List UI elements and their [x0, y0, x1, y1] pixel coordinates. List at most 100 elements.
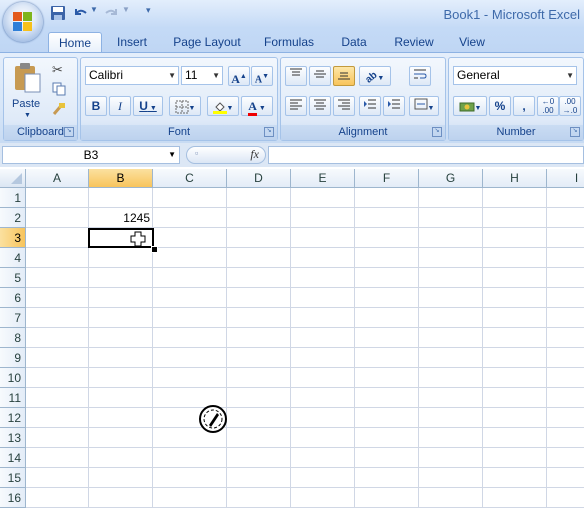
office-button[interactable]	[3, 2, 43, 42]
tab-insert[interactable]: Insert	[108, 32, 156, 52]
row-header-16[interactable]: 16	[0, 488, 26, 508]
undo-dropdown-icon[interactable]: ▼	[90, 5, 98, 21]
percent-button[interactable]: %	[489, 96, 511, 116]
chevron-down-icon: ▼	[212, 71, 220, 80]
alignment-group: ab▼ ▼ Alignment ↘	[280, 57, 446, 141]
column-header-c[interactable]: C	[153, 169, 227, 188]
formula-bar: B3 ▼ ▫ fx	[0, 143, 584, 167]
gridline-horizontal	[26, 327, 584, 328]
font-launcher-icon[interactable]: ↘	[264, 127, 274, 137]
resize-handle-icon[interactable]: ▫	[195, 148, 198, 158]
column-header-h[interactable]: H	[483, 169, 547, 188]
gridline-vertical	[482, 188, 483, 508]
gridline-horizontal	[26, 487, 584, 488]
decrease-indent-icon[interactable]	[359, 96, 381, 116]
underline-button[interactable]: U ▼	[133, 96, 163, 116]
decrease-decimal-icon[interactable]: .00 →.0	[559, 96, 581, 116]
copy-icon[interactable]	[52, 82, 66, 99]
column-header-i[interactable]: I	[547, 169, 584, 188]
align-left-icon[interactable]	[285, 96, 307, 116]
format-painter-icon[interactable]	[52, 102, 66, 119]
grow-font-button[interactable]: A▲	[228, 66, 250, 86]
orientation-icon[interactable]: ab▼	[359, 66, 391, 86]
alignment-launcher-icon[interactable]: ↘	[432, 127, 442, 137]
row-header-9[interactable]: 9	[0, 348, 26, 368]
column-header-d[interactable]: D	[227, 169, 291, 188]
select-all-corner[interactable]	[0, 169, 26, 188]
merge-center-icon[interactable]: ▼	[409, 96, 439, 116]
align-middle-icon[interactable]	[309, 66, 331, 86]
fill-color-button[interactable]: ▼	[207, 96, 239, 116]
comma-button[interactable]: ,	[513, 96, 535, 116]
formula-input[interactable]	[268, 146, 584, 164]
column-header-e[interactable]: E	[291, 169, 355, 188]
insert-function-button[interactable]: fx	[250, 147, 259, 162]
increase-indent-icon[interactable]	[383, 96, 405, 116]
row-header-13[interactable]: 13	[0, 428, 26, 448]
gridline-vertical	[226, 188, 227, 508]
row-header-14[interactable]: 14	[0, 448, 26, 468]
wrap-text-icon[interactable]	[409, 66, 431, 86]
cell-b2[interactable]: 1245	[90, 208, 150, 228]
accounting-format-button[interactable]: ▼	[453, 96, 487, 116]
font-name-combo[interactable]: Calibri ▼	[85, 66, 179, 85]
tab-review[interactable]: Review	[388, 32, 440, 52]
cell-cursor-icon	[130, 231, 146, 247]
undo-icon[interactable]	[72, 5, 88, 21]
customize-icon[interactable]: ▾	[146, 5, 151, 21]
fill-handle[interactable]	[151, 246, 158, 253]
row-header-4[interactable]: 4	[0, 248, 26, 268]
row-header-11[interactable]: 11	[0, 388, 26, 408]
align-top-icon[interactable]	[285, 66, 307, 86]
tab-view[interactable]: View	[452, 32, 492, 52]
gridline-horizontal	[26, 347, 584, 348]
row-header-5[interactable]: 5	[0, 268, 26, 288]
italic-button[interactable]: I	[109, 96, 131, 116]
row-header-2[interactable]: 2	[0, 208, 26, 228]
cut-icon[interactable]: ✂	[52, 62, 63, 78]
column-header-a[interactable]: A	[26, 169, 89, 188]
gridline-vertical	[546, 188, 547, 508]
column-header-g[interactable]: G	[419, 169, 483, 188]
row-header-1[interactable]: 1	[0, 188, 26, 208]
align-center-icon[interactable]	[309, 96, 331, 116]
row-header-15[interactable]: 15	[0, 468, 26, 488]
column-header-b[interactable]: B	[89, 169, 153, 188]
row-header-8[interactable]: 8	[0, 328, 26, 348]
redo-icon[interactable]	[104, 5, 120, 21]
gridline-horizontal	[26, 467, 584, 468]
row-header-7[interactable]: 7	[0, 308, 26, 328]
save-icon[interactable]	[50, 5, 66, 21]
borders-button[interactable]: ▼	[169, 96, 201, 116]
gridline-vertical	[354, 188, 355, 508]
row-header-6[interactable]: 6	[0, 288, 26, 308]
number-group: General ▼ ▼ % , ←0.00 .00 →.0 Number ↘	[448, 57, 584, 141]
tab-data[interactable]: Data	[334, 32, 374, 52]
column-header-f[interactable]: F	[355, 169, 419, 188]
shrink-font-button[interactable]: A▼	[251, 66, 273, 86]
office-logo-icon	[13, 12, 32, 31]
number-format-combo[interactable]: General ▼	[453, 66, 577, 85]
row-header-3[interactable]: 3	[0, 228, 26, 248]
increase-decimal-icon[interactable]: ←0.00	[537, 96, 559, 116]
tab-formulas[interactable]: Formulas	[258, 32, 320, 52]
chevron-down-icon: ▼	[168, 71, 176, 80]
paste-button[interactable]: Paste ▼	[8, 60, 48, 120]
chevron-down-icon: ▼	[566, 71, 574, 80]
align-bottom-icon[interactable]	[333, 66, 355, 86]
clipboard-group: Paste ▼ ✂ Clipboard ↘	[3, 57, 78, 141]
redo-dropdown-icon[interactable]: ▼	[122, 5, 130, 21]
row-header-10[interactable]: 10	[0, 368, 26, 388]
font-color-button[interactable]: A ▼	[241, 96, 273, 116]
clipboard-launcher-icon[interactable]: ↘	[64, 127, 74, 137]
align-right-icon[interactable]	[333, 96, 355, 116]
chevron-down-icon: ▼	[168, 150, 176, 159]
tab-home[interactable]: Home	[48, 32, 102, 53]
name-box[interactable]: B3 ▼	[2, 146, 180, 164]
font-size-combo[interactable]: 11 ▼	[181, 66, 223, 85]
tab-page-layout[interactable]: Page Layout	[168, 32, 246, 52]
row-header-12[interactable]: 12	[0, 408, 26, 428]
gridline-vertical	[290, 188, 291, 508]
bold-button[interactable]: B	[85, 96, 107, 116]
number-launcher-icon[interactable]: ↘	[570, 127, 580, 137]
